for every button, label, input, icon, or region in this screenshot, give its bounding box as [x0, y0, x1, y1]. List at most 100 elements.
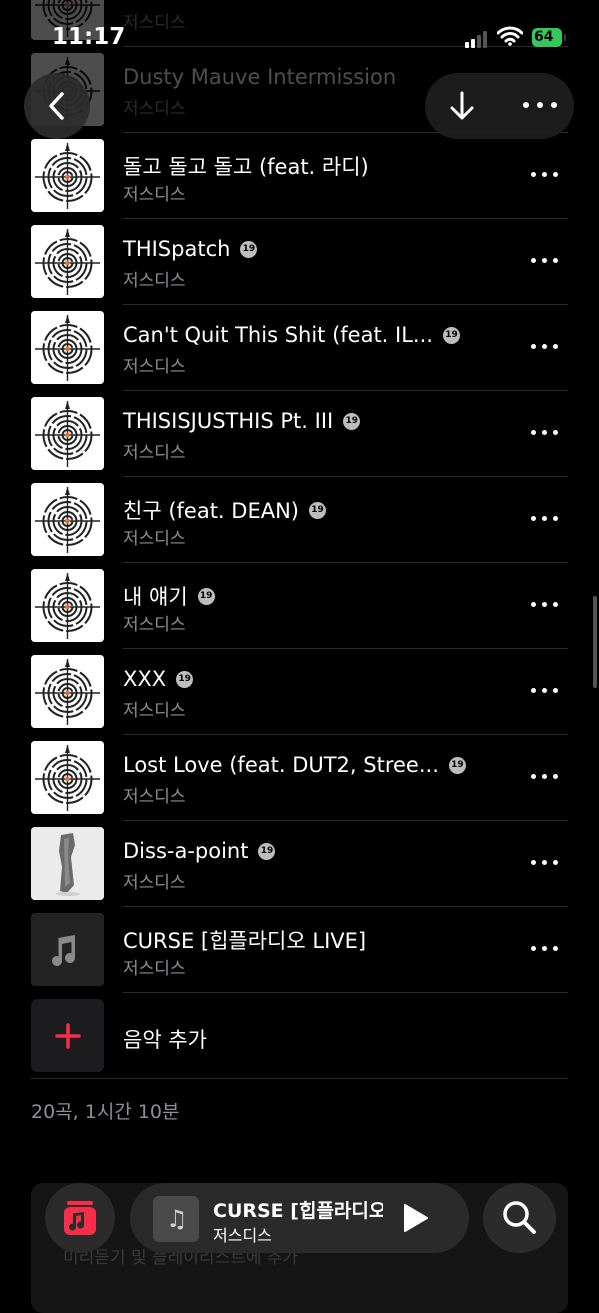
explicit-19-icon: 19 [343, 412, 361, 430]
now-playing-artwork: ♫ [153, 1196, 199, 1242]
track-title: Dusty Mauve Intermission [123, 65, 396, 89]
battery-icon: 64 [532, 28, 566, 47]
track-row[interactable]: THISpatch 19 저스디스 [0, 219, 599, 305]
track-title-text: Can't Quit This Shit (feat. IL... [123, 323, 433, 347]
track-artist: 저스디스 [123, 959, 186, 979]
explicit-19-icon: 19 [442, 326, 460, 344]
wifi-icon [497, 26, 523, 46]
track-row[interactable]: XXX 19 저스디스 [0, 649, 599, 735]
maze-artwork [31, 225, 104, 298]
ellipsis-icon[interactable] [531, 428, 561, 438]
track-title: THISISJUSTHIS Pt. III 19 [123, 409, 361, 433]
track-artwork [31, 913, 104, 986]
track-title: CURSE [힙플라디오 LIVE] [123, 925, 366, 955]
track-title-text: 친구 (feat. DEAN) [123, 499, 299, 523]
track-artwork [31, 827, 104, 900]
track-row[interactable]: THISISJUSTHIS Pt. III 19 저스디스 [0, 391, 599, 477]
plus-icon [55, 1023, 81, 1049]
track-artist: 저스디스 [123, 787, 186, 807]
track-row[interactable]: 친구 (feat. DEAN) 19 저스디스 [0, 477, 599, 563]
track-title-text: 돌고 돌고 돌고 (feat. 라디) [123, 155, 369, 179]
ellipsis-icon[interactable] [531, 514, 561, 524]
download-button[interactable] [443, 87, 481, 125]
track-title: 친구 (feat. DEAN) 19 [123, 495, 326, 525]
maze-artwork [31, 741, 104, 814]
scroll-indicator[interactable] [593, 596, 597, 688]
track-row[interactable]: Can't Quit This Shit (feat. IL... 19 저스디스 [0, 305, 599, 391]
ellipsis-icon[interactable] [531, 170, 561, 180]
track-title-text: Dusty Mauve Intermission [123, 65, 397, 89]
track-title: Can't Quit This Shit (feat. IL... 19 [123, 323, 460, 347]
track-artwork [31, 655, 104, 728]
track-row[interactable]: 내 얘기 19 저스디스 [0, 563, 599, 649]
track-artist: 저스디스 [123, 701, 186, 721]
add-music-row[interactable]: 음악 추가 [0, 993, 599, 1079]
now-playing-artist: 저스디스 [213, 1226, 272, 1245]
explicit-19-icon: 19 [258, 842, 276, 860]
statue-artwork [31, 827, 104, 900]
mini-player[interactable]: ♫ CURSE [힙플라디오 LIVE] 저스디스 [130, 1183, 469, 1253]
track-artwork [31, 225, 104, 298]
track-title-text: THISISJUSTHIS Pt. III [123, 409, 334, 433]
music-library-icon [64, 1201, 96, 1235]
row-divider [31, 1078, 568, 1079]
track-row[interactable]: 돌고 돌고 돌고 (feat. 라디) 저스디스 [0, 133, 599, 219]
track-title: THISpatch 19 [123, 237, 258, 261]
track-artist: 저스디스 [123, 443, 186, 463]
top-actions-pill [425, 73, 574, 139]
maze-artwork [31, 655, 104, 728]
add-music-button[interactable] [31, 999, 104, 1072]
track-title: 돌고 돌고 돌고 (feat. 라디) [123, 151, 369, 181]
explicit-19-icon: 19 [308, 501, 326, 519]
search-button[interactable] [483, 1183, 556, 1253]
track-artist: 저스디스 [123, 615, 186, 635]
ellipsis-icon[interactable] [531, 342, 561, 352]
track-title: XXX 19 [123, 667, 194, 691]
track-artist: 저스디스 [123, 99, 186, 119]
track-title-text: Diss-a-point [123, 839, 249, 863]
maze-artwork [31, 397, 104, 470]
play-button[interactable] [402, 1203, 430, 1233]
track-artist: 저스디스 [123, 529, 186, 549]
explicit-19-icon: 19 [197, 587, 215, 605]
track-title: Diss-a-point 19 [123, 839, 276, 863]
ellipsis-icon[interactable] [531, 686, 561, 696]
music-note-icon [31, 913, 104, 986]
music-note-icon: ♫ [166, 1205, 188, 1233]
playlist-summary: 20곡, 1시간 10분 [31, 1101, 180, 1123]
track-row[interactable]: CURSE [힙플라디오 LIVE] 저스디스 [0, 907, 599, 993]
maze-artwork [31, 139, 104, 212]
ellipsis-icon[interactable] [531, 600, 561, 610]
now-playing-title: CURSE [힙플라디오 LIVE] [213, 1200, 383, 1222]
track-artwork [31, 741, 104, 814]
track-list: 저스디스 Dusty Mauve Intermission 저스디스 돌고 돌고 돌고… [0, 0, 599, 1079]
track-title: Lost Love (feat. DUT2, Stree... 19 [123, 753, 466, 777]
battery-level: 64 [534, 29, 554, 45]
track-artwork [31, 139, 104, 212]
explicit-19-icon: 19 [176, 670, 194, 688]
maze-artwork [31, 311, 104, 384]
ellipsis-icon[interactable] [531, 858, 561, 868]
explicit-19-icon: 19 [448, 756, 466, 774]
ellipsis-icon[interactable] [531, 772, 561, 782]
more-options-button[interactable] [523, 102, 557, 112]
track-artist: 저스디스 [123, 873, 186, 893]
track-artist: 저스디스 [123, 271, 186, 291]
back-button[interactable] [24, 73, 90, 139]
chevron-left-icon [49, 92, 64, 120]
track-artwork [31, 483, 104, 556]
track-artwork [31, 397, 104, 470]
ellipsis-icon[interactable] [531, 944, 561, 954]
ellipsis-icon[interactable] [531, 256, 561, 266]
library-button[interactable] [45, 1183, 115, 1253]
track-title-text: Lost Love (feat. DUT2, Stree... [123, 753, 439, 777]
track-row[interactable]: Diss-a-point 19 저스디스 [0, 821, 599, 907]
track-title-text: THISpatch [123, 237, 231, 261]
status-bar: 11:17 64 [0, 0, 599, 58]
track-title-text: CURSE [힙플라디오 LIVE] [123, 929, 367, 953]
search-icon [503, 1201, 536, 1234]
status-time: 11:17 [52, 24, 126, 50]
now-playing-bar: ♫ CURSE [힙플라디오 LIVE] 저스디스 [0, 1180, 599, 1260]
track-row[interactable]: Lost Love (feat. DUT2, Stree... 19 저스디스 [0, 735, 599, 821]
track-artwork [31, 311, 104, 384]
